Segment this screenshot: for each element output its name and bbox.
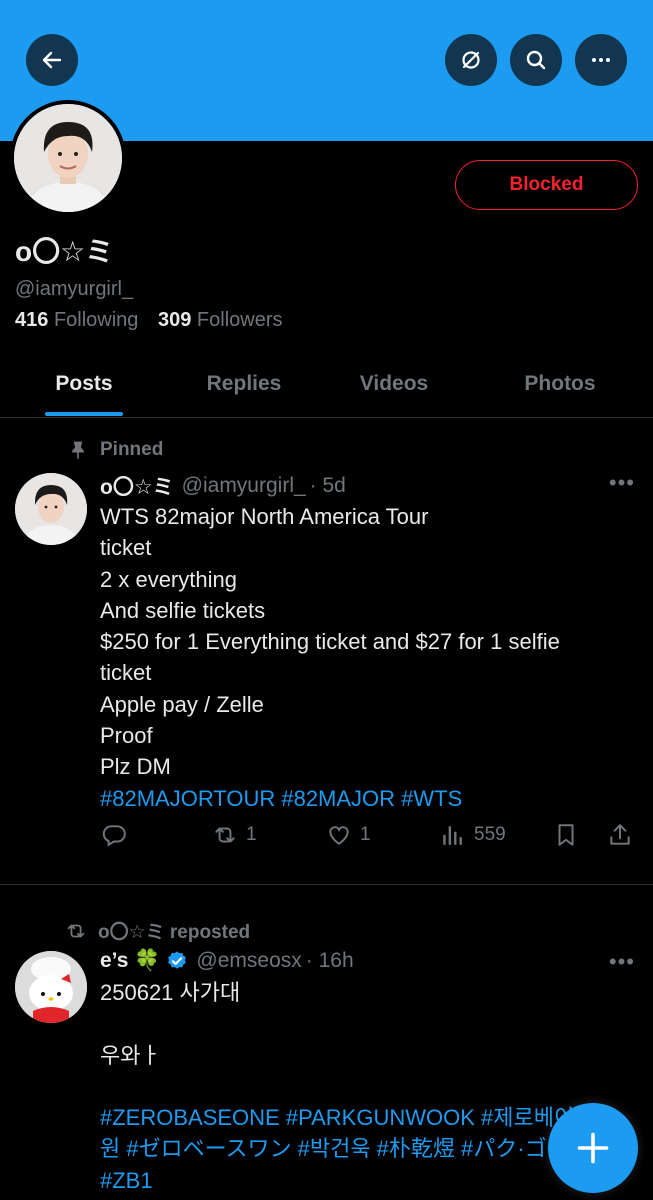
repost-icon <box>67 924 85 937</box>
post-pinned[interactable]: Pinned o〇☆ミ @iamyurgirl_ · 5d ••• WTS 82… <box>0 418 653 885</box>
bookmark-icon <box>558 824 574 846</box>
pin-icon <box>72 441 84 460</box>
post-time[interactable]: · 5d <box>310 474 346 498</box>
post-line: Proof <box>100 723 153 749</box>
post-time[interactable]: · 16h <box>306 949 354 973</box>
post-author-avatar[interactable] <box>15 473 87 545</box>
post-header: e’s 🍀 @emseosx · 16h <box>100 949 354 973</box>
post-author-handle[interactable]: @emseosx <box>196 949 301 973</box>
plus-icon <box>577 1132 609 1164</box>
tab-replies[interactable]: Replies <box>180 350 308 418</box>
heart-icon <box>329 826 349 845</box>
bookmark-button[interactable] <box>553 822 587 848</box>
avatar-photo <box>15 473 87 545</box>
post-line: ticket <box>100 660 152 686</box>
repost-icon <box>215 827 235 843</box>
post-more-icon[interactable]: ••• <box>609 949 635 975</box>
post-actions: 1 1 559 <box>0 822 653 862</box>
post-line: WTS 82major North America Tour <box>100 504 429 529</box>
views-icon <box>443 826 462 845</box>
post-more-icon[interactable]: ••• <box>609 470 635 496</box>
post-line: ticket <box>100 535 152 561</box>
social-context-label: o〇☆ミ reposted <box>98 922 251 943</box>
post-line: Plz DM <box>100 754 171 780</box>
post-author-name[interactable]: o〇☆ミ <box>100 471 174 501</box>
social-context: Pinned <box>68 439 163 461</box>
views-count: 559 <box>474 824 506 845</box>
avatar-photo <box>15 951 87 1023</box>
avatar-photo <box>14 104 122 212</box>
search-icon <box>526 50 546 70</box>
post-line <box>100 1008 630 1039</box>
grok-button[interactable] <box>445 34 497 86</box>
repost-count: 1 <box>246 824 257 845</box>
like-button[interactable]: 1 <box>326 822 371 848</box>
follow-stats: 416 Following 309 Followers <box>15 309 283 332</box>
post-header: o〇☆ミ @iamyurgirl_ · 5d <box>100 471 346 501</box>
display-name: o〇☆ミ <box>15 236 114 267</box>
post-line: 250621 사가대 <box>100 980 241 1005</box>
followers-link[interactable]: 309 Followers <box>158 309 283 331</box>
post-line: 우와ㅏ <box>100 1042 161 1068</box>
post-author-avatar[interactable] <box>15 951 87 1023</box>
post-author-handle[interactable]: @iamyurgirl_ <box>182 474 306 498</box>
social-context-label: Pinned <box>100 439 164 460</box>
back-button[interactable] <box>26 34 78 86</box>
post-hashtags[interactable]: #82MAJORTOUR #82MAJOR #WTS <box>100 783 630 814</box>
like-count: 1 <box>360 824 371 845</box>
post-hashtags[interactable]: #ZB1 <box>100 1165 630 1196</box>
reply-icon <box>102 825 126 847</box>
more-horizontal-icon <box>592 58 610 62</box>
post-line <box>100 1071 630 1102</box>
tab-photos[interactable]: Photos <box>496 350 624 418</box>
followers-label: Followers <box>196 309 283 331</box>
following-label: Following <box>53 309 139 331</box>
blocked-button[interactable]: Blocked <box>455 160 638 210</box>
arrow-left-icon <box>42 51 62 69</box>
more-button[interactable] <box>575 34 627 86</box>
share-button[interactable] <box>607 822 641 848</box>
post-line: And selfie tickets <box>100 597 266 623</box>
verified-badge-icon <box>168 951 187 969</box>
social-context: o〇☆ミ reposted <box>64 917 250 944</box>
slashed-circle-icon <box>462 51 480 69</box>
following-link[interactable]: 416 Following <box>15 309 138 331</box>
compose-button[interactable] <box>548 1103 638 1193</box>
post-body: WTS 82major North America Tour ticket 2 … <box>100 501 630 814</box>
share-icon <box>610 824 630 845</box>
post-author-name[interactable]: e’s 🍀 <box>100 949 160 973</box>
reply-button[interactable] <box>101 822 135 848</box>
post-line: $250 for 1 Everything ticket and $27 for… <box>100 629 560 655</box>
post-line: Apple pay / Zelle <box>100 691 264 717</box>
tab-videos[interactable]: Videos <box>330 350 458 418</box>
followers-count: 309 <box>157 309 192 331</box>
tab-posts[interactable]: Posts <box>20 350 148 418</box>
post-line: 2 x everything <box>100 566 237 592</box>
profile-avatar[interactable] <box>10 100 126 216</box>
views-button[interactable]: 559 <box>440 822 506 848</box>
profile-tabs: Posts Replies Videos Photos <box>0 350 653 418</box>
active-tab-indicator <box>45 412 123 416</box>
repost-button[interactable]: 1 <box>212 822 257 848</box>
search-button[interactable] <box>510 34 562 86</box>
profile-handle: @iamyurgirl_ <box>15 278 134 300</box>
post-hashtags[interactable]: #ZEROBASEONE #PARKGUNWOOK #제로베이스 <box>100 1102 630 1133</box>
following-count: 416 <box>15 309 49 331</box>
